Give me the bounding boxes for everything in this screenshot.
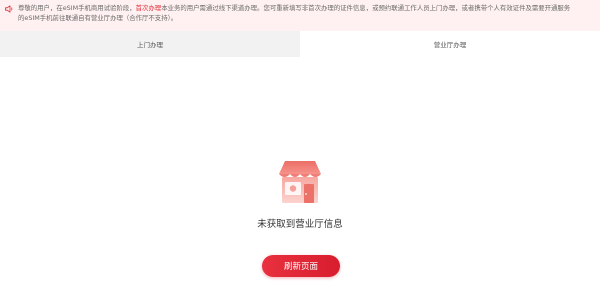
tab-bar: 上门办理 营业厅办理 xyxy=(0,31,600,57)
refresh-button-label: 刷新页面 xyxy=(283,262,318,272)
empty-state-message: 未获取到营业厅信息 xyxy=(257,219,343,230)
tab-label: 营业厅办理 xyxy=(433,41,467,49)
tab-label: 上门办理 xyxy=(137,41,163,49)
tab-home-service[interactable]: 上门办理 xyxy=(0,31,300,57)
notice-banner: 尊敬的用户，在eSIM手机商用试验阶段，首次办理本业务的用户需通过线下渠道办理。… xyxy=(0,0,600,31)
tab-store-service[interactable]: 营业厅办理 xyxy=(300,31,600,57)
notice-highlight: 首次办理 xyxy=(135,4,162,12)
speaker-icon xyxy=(5,5,13,13)
store-icon xyxy=(279,161,321,203)
notice-line-1: 尊敬的用户，在eSIM手机商用试验阶段，首次办理本业务的用户需通过线下渠道办理。… xyxy=(18,4,571,12)
notice-line-2: 的eSIM手机前往联通自有营业厅办理（合作厅不支持）。 xyxy=(18,14,178,22)
refresh-page-button[interactable]: 刷新页面 xyxy=(262,255,340,277)
empty-state: 未获取到营业厅信息 刷新页面 xyxy=(0,57,600,285)
